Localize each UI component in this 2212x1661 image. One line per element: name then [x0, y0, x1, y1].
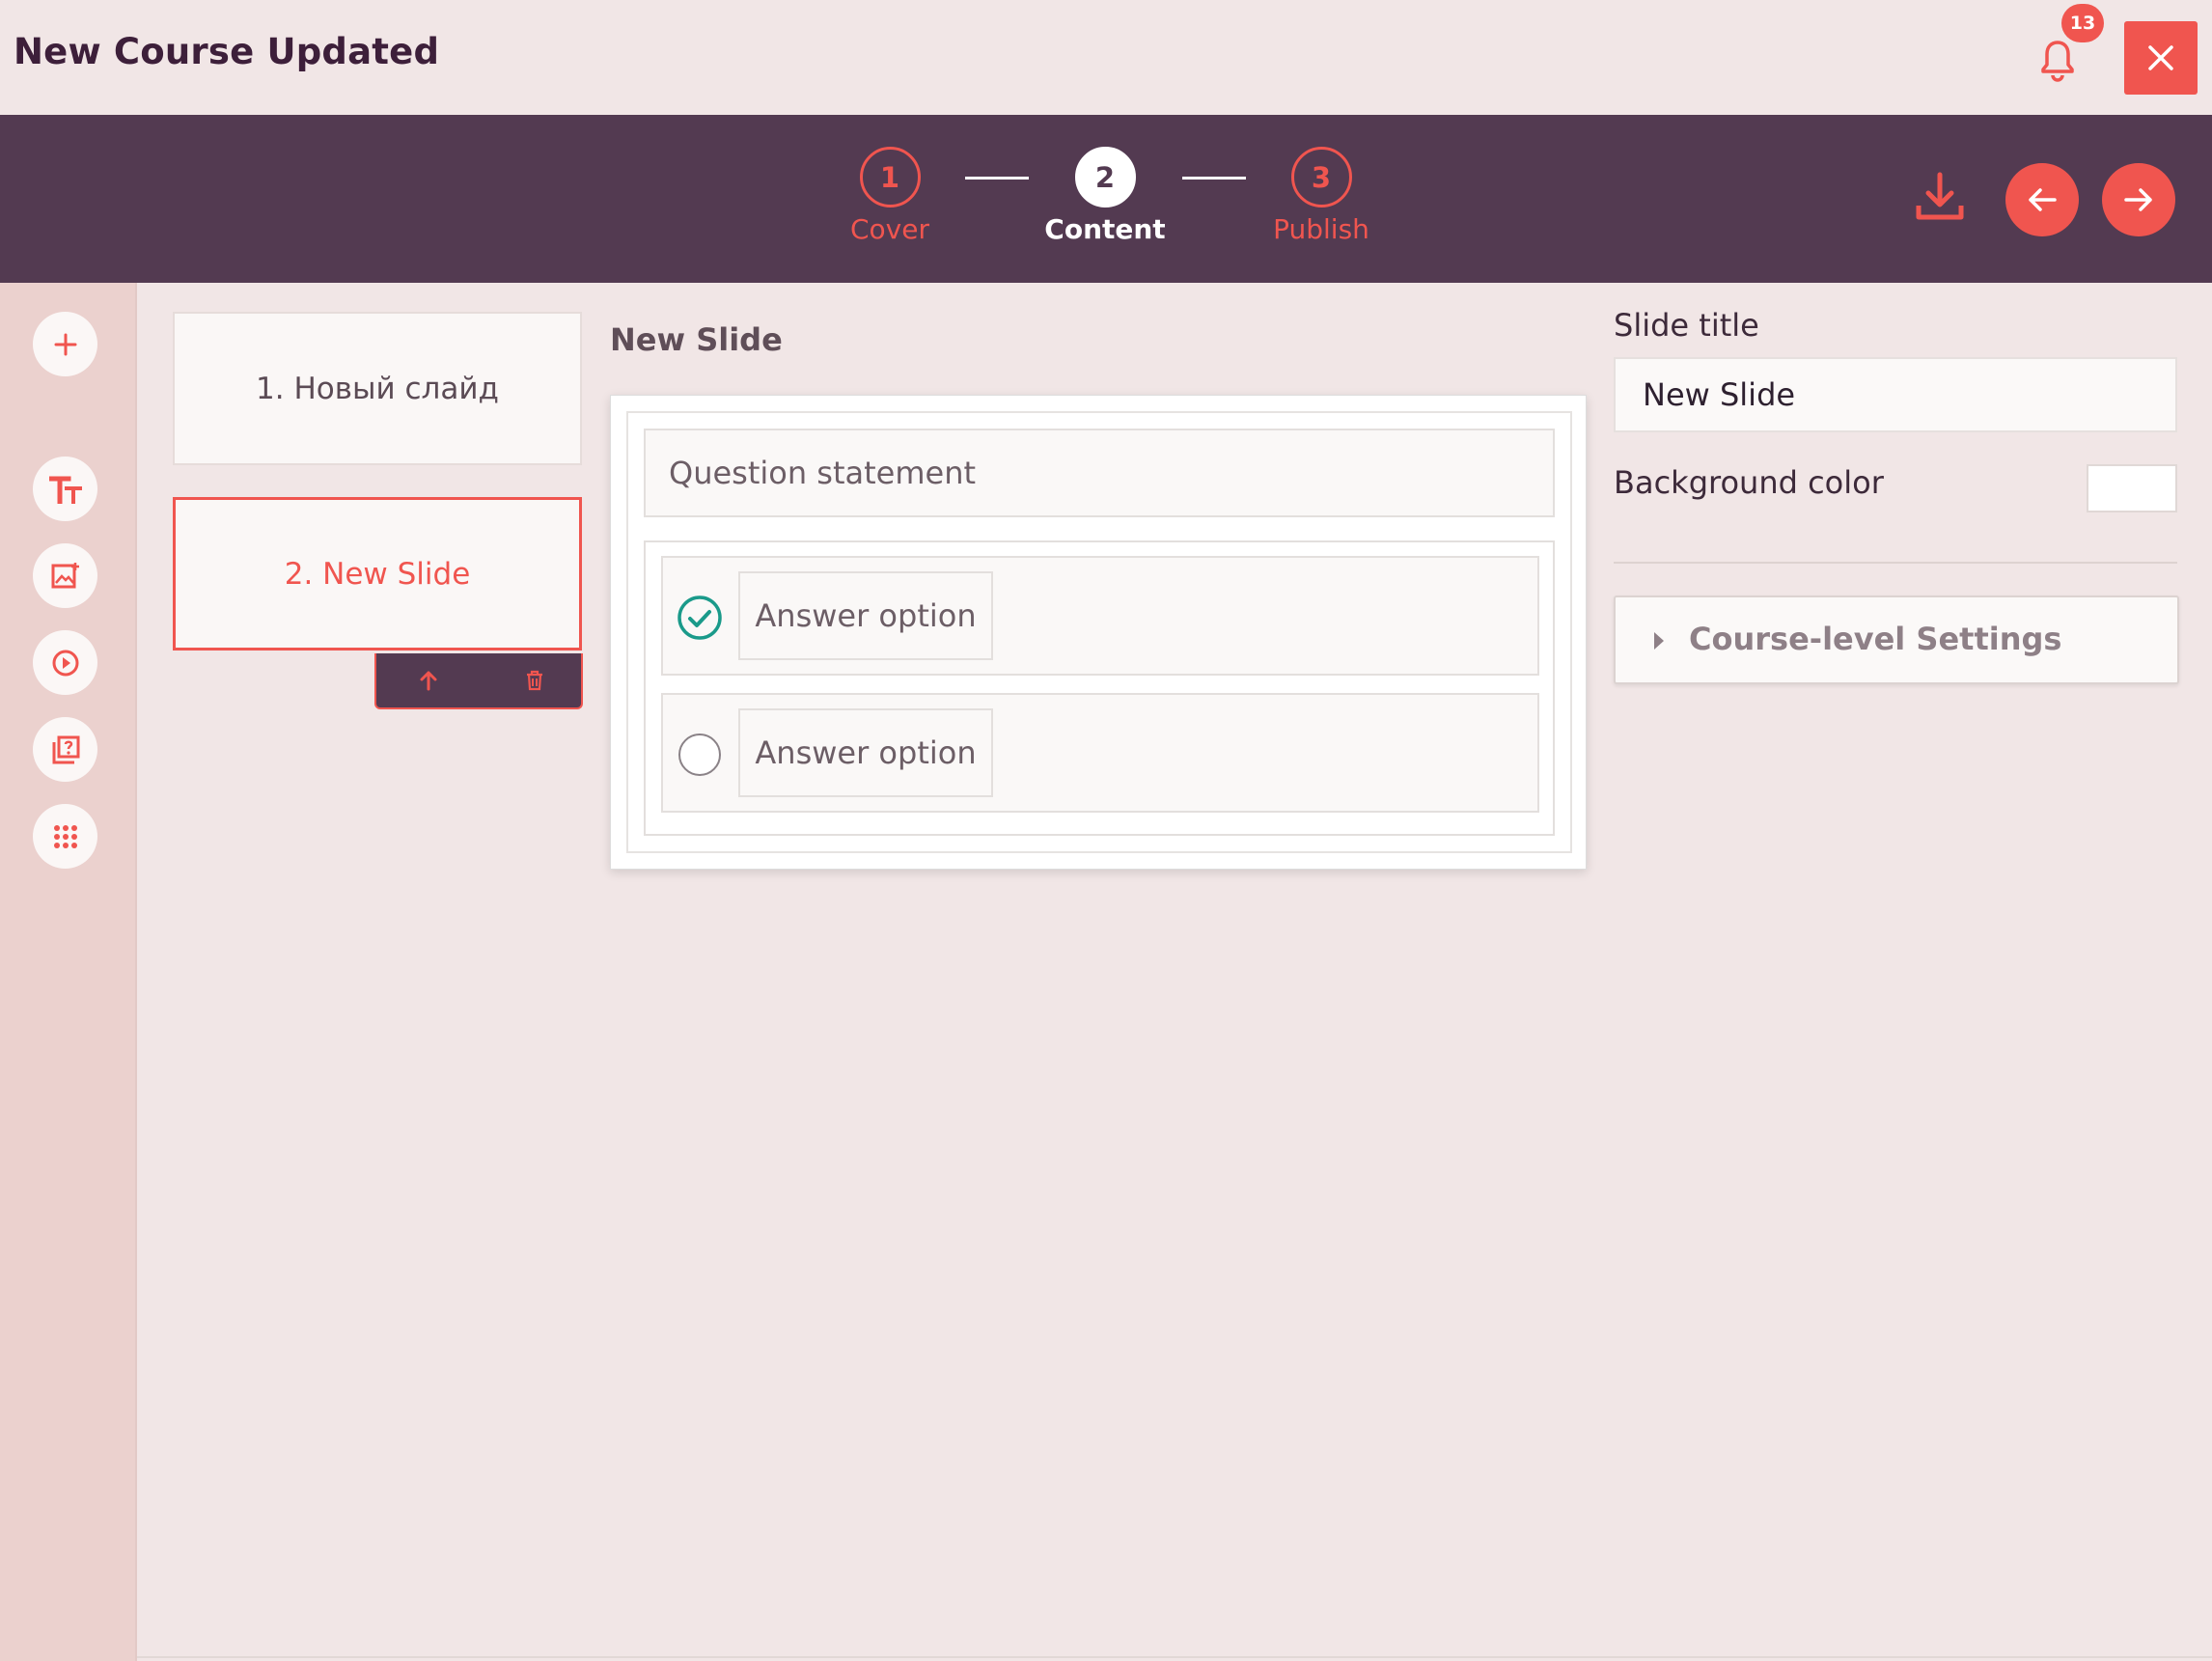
question-placeholder: Question statement	[669, 455, 977, 491]
step-cover[interactable]: 1 Cover	[803, 147, 977, 245]
quiz-block[interactable]: Question statement Answer option Answer …	[626, 411, 1572, 853]
background-color-label: Background color	[1614, 464, 1884, 501]
slide-actions-bar	[374, 653, 583, 709]
slide-title-input[interactable]: New Slide	[1614, 357, 2177, 432]
trash-icon	[527, 670, 542, 691]
answer-text: Answer option	[755, 734, 977, 771]
background-color-picker[interactable]	[2087, 464, 2177, 512]
answers-list: Answer option Answer option	[644, 540, 1555, 836]
answer-input[interactable]: Answer option	[738, 571, 993, 660]
correct-answer-toggle[interactable]	[677, 595, 723, 641]
slide-title-value: New Slide	[1643, 376, 1796, 413]
tool-rail	[0, 283, 137, 1661]
plus-icon	[54, 333, 76, 355]
step-label: Cover	[850, 213, 929, 245]
answer-text: Answer option	[755, 597, 977, 634]
arrow-right-icon	[2124, 188, 2152, 211]
course-settings-label: Course-level Settings	[1689, 621, 2062, 657]
question-input[interactable]: Question statement	[644, 429, 1555, 517]
slide-thumbnail-1[interactable]: 1. Новый слайд	[173, 312, 582, 465]
step-number: 1	[859, 147, 921, 208]
step-label: Publish	[1273, 213, 1369, 245]
step-content[interactable]: 2 Content	[1018, 147, 1192, 245]
check-circle-icon	[677, 595, 722, 640]
add-slide-button[interactable]	[33, 312, 97, 376]
add-text-button[interactable]	[33, 457, 97, 521]
slide-thumbnail-2[interactable]: 2. New Slide	[173, 497, 582, 651]
answer-row: Answer option	[661, 693, 1539, 813]
slide-title-label: Slide title	[1614, 307, 1759, 344]
image-icon	[51, 562, 79, 588]
video-icon	[52, 650, 78, 676]
next-button[interactable]	[2102, 163, 2175, 236]
add-video-button[interactable]	[33, 630, 97, 695]
step-label: Content	[1044, 213, 1166, 245]
correct-answer-toggle[interactable]	[677, 732, 723, 778]
delete-slide-button[interactable]	[517, 663, 552, 698]
slide-heading: New Slide	[610, 321, 783, 358]
slide-canvas: Question statement Answer option Answer …	[610, 395, 1587, 870]
wizard-bar: 1 Cover 2 Content 3 Publish	[0, 115, 2212, 283]
add-image-button[interactable]	[33, 543, 97, 608]
arrow-up-icon	[420, 671, 437, 691]
step-number: 2	[1074, 147, 1136, 208]
top-bar: New Course Updated 13	[0, 0, 2212, 115]
caret-right-icon	[1654, 632, 1664, 650]
notification-badge: 13	[2061, 4, 2104, 42]
quiz-icon	[52, 735, 79, 763]
bell-icon[interactable]	[2036, 37, 2079, 83]
download-icon	[1916, 172, 1964, 220]
arrow-left-icon	[2029, 188, 2057, 211]
download-button[interactable]	[1911, 169, 1969, 227]
course-title: New Course Updated	[14, 31, 440, 72]
previous-button[interactable]	[2005, 163, 2079, 236]
more-tools-button[interactable]	[33, 804, 97, 869]
radio-empty-icon	[678, 734, 721, 776]
text-icon	[48, 476, 82, 504]
slide-thumbnail-label: 2. New Slide	[284, 556, 471, 592]
answer-input[interactable]: Answer option	[738, 708, 993, 797]
divider	[1614, 562, 2177, 564]
close-button[interactable]	[2124, 21, 2198, 95]
move-up-button[interactable]	[411, 663, 446, 698]
footer-divider	[137, 1656, 2212, 1658]
answer-row: Answer option	[661, 556, 1539, 676]
slide-thumbnail-label: 1. Новый слайд	[256, 371, 499, 406]
course-settings-accordion[interactable]: Course-level Settings	[1614, 595, 2179, 684]
close-icon	[2148, 45, 2173, 70]
step-number: 3	[1290, 147, 1352, 208]
add-quiz-button[interactable]	[33, 717, 97, 782]
step-publish[interactable]: 3 Publish	[1234, 147, 1408, 245]
grid-icon	[53, 824, 77, 848]
